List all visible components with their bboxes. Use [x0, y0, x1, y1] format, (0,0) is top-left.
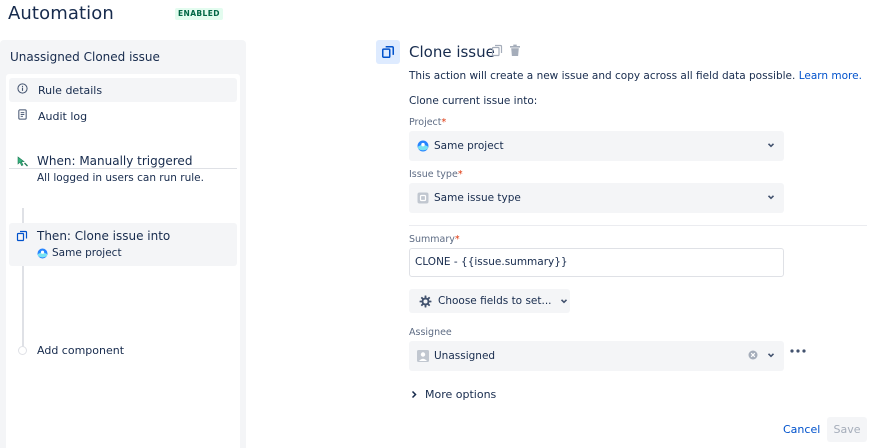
section-divider: [409, 225, 867, 226]
rule-sidebar: Unassigned Cloned issue Rule details Aud…: [0, 40, 246, 448]
clear-icon[interactable]: [748, 350, 758, 363]
trigger-step-title: When: Manually triggered: [37, 154, 193, 168]
delete-icon[interactable]: [509, 44, 521, 60]
project-label-text: Project: [409, 117, 442, 128]
status-badge: ENABLED: [175, 8, 223, 20]
timeline-end-dot: [18, 346, 27, 355]
trigger-step-subtitle: All logged in users can run rule.: [37, 172, 204, 184]
action-description: This action will create a new issue and …: [409, 70, 862, 82]
add-component-button[interactable]: Add component: [37, 344, 124, 357]
info-icon: [17, 83, 28, 97]
chevron-down-icon: [766, 350, 776, 363]
issue-type-label: Issue type*: [409, 169, 463, 180]
more-options-toggle[interactable]: More options: [410, 388, 496, 401]
project-select[interactable]: Same project: [409, 131, 784, 161]
sidebar-item-audit-log[interactable]: Audit log: [9, 104, 237, 128]
project-label: Project*: [409, 117, 446, 128]
avatar: [417, 350, 429, 362]
action-step-subtitle: Same project: [37, 247, 122, 259]
required-marker: *: [454, 234, 460, 245]
choose-fields-button[interactable]: Choose fields to set...: [409, 289, 570, 313]
rule-name: Unassigned Cloned issue: [10, 50, 160, 64]
clone-icon: [15, 229, 29, 243]
action-step-clone[interactable]: Then: Clone issue into Same project: [9, 223, 237, 266]
summary-label: Summary*: [409, 234, 460, 245]
required-marker: *: [457, 169, 463, 180]
assignee-select[interactable]: Unassigned: [409, 341, 784, 371]
chevron-down-icon: [559, 296, 569, 306]
issue-type-label-text: Issue type: [409, 169, 458, 180]
save-button[interactable]: Save: [827, 417, 867, 442]
action-step-title: Then: Clone issue into: [37, 229, 171, 243]
pointer-trigger-icon: [15, 154, 29, 168]
action-step-project: Same project: [52, 247, 122, 259]
summary-label-text: Summary: [409, 234, 455, 245]
project-avatar-icon: [417, 140, 429, 152]
learn-more-link[interactable]: Learn more.: [799, 70, 862, 82]
trigger-step[interactable]: When: Manually triggered All logged in u…: [9, 148, 237, 188]
summary-input[interactable]: CLONE - {{issue.summary}}: [409, 248, 784, 277]
page-header: Automation ENABLED: [0, 0, 875, 34]
sidebar-item-label: Audit log: [38, 109, 88, 123]
required-marker: *: [441, 117, 447, 128]
page-title: Automation: [8, 3, 114, 24]
assignee-label: Assignee: [409, 327, 452, 338]
document-icon: [17, 109, 28, 123]
copy-icon[interactable]: [491, 44, 503, 60]
sidebar-item-label: Rule details: [38, 83, 103, 97]
cancel-button[interactable]: Cancel: [779, 418, 824, 442]
choose-fields-label: Choose fields to set...: [438, 295, 552, 307]
chevron-right-icon: [410, 390, 418, 399]
clone-into-label: Clone current issue into:: [409, 95, 538, 107]
issue-type-icon: [417, 192, 429, 204]
chevron-down-icon: [766, 192, 776, 205]
gear-icon: [419, 295, 432, 308]
project-avatar-icon: [37, 248, 48, 259]
more-options-label: More options: [425, 388, 497, 401]
chevron-down-icon: [766, 140, 776, 153]
issue-type-select[interactable]: Same issue type: [409, 183, 784, 213]
project-select-value: Same project: [434, 140, 504, 152]
sidebar-item-rule-details[interactable]: Rule details: [9, 78, 237, 102]
assignee-select-value: Unassigned: [434, 350, 496, 362]
description-text: This action will create a new issue and …: [409, 70, 796, 82]
action-title: Clone issue: [409, 43, 495, 61]
clone-icon: [376, 40, 400, 64]
action-tools: [491, 44, 521, 60]
issue-type-select-value: Same issue type: [434, 192, 521, 204]
more-icon[interactable]: [790, 344, 806, 357]
